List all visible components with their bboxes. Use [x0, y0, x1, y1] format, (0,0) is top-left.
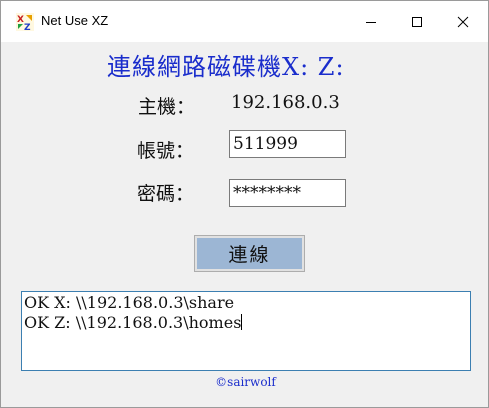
svg-text:Z: Z: [24, 23, 31, 31]
log-output[interactable]: OK X: \\192.168.0.3\share OK Z: \\192.16…: [21, 291, 471, 371]
account-field[interactable]: 511999: [229, 130, 346, 158]
log-line: OK X: \\192.168.0.3\share: [24, 293, 235, 312]
password-field[interactable]: ********: [229, 179, 346, 207]
host-label: 主機：: [138, 96, 196, 118]
maximize-icon: [412, 16, 422, 27]
page-title: 連線網路磁碟機X: Z:: [107, 53, 345, 81]
app-window: X Z Net Use XZ 連線網路磁碟機X: Z: 主機： 192.168.…: [0, 0, 489, 408]
account-label: 帳號：: [137, 140, 195, 162]
close-button[interactable]: [440, 1, 486, 42]
close-icon: [457, 16, 469, 27]
minimize-icon: [366, 21, 376, 23]
minimize-button[interactable]: [348, 1, 394, 42]
title-bar[interactable]: X Z Net Use XZ: [1, 1, 488, 42]
connect-button[interactable]: 連線: [194, 235, 305, 272]
app-icon: X Z: [16, 13, 34, 31]
log-line-last: OK Z: \\192.168.0.3\homes: [24, 313, 468, 333]
host-value: 192.168.0.3: [231, 92, 340, 113]
maximize-button[interactable]: [394, 1, 440, 42]
svg-text:X: X: [17, 15, 24, 25]
window-title: Net Use XZ: [41, 13, 109, 28]
text-caret: [241, 314, 243, 330]
password-label: 密碼：: [137, 183, 195, 205]
connect-button-label: 連線: [197, 238, 302, 269]
credit-text: ©sairwolf: [215, 375, 276, 389]
log-line-text: OK Z: \\192.168.0.3\homes: [24, 313, 242, 332]
